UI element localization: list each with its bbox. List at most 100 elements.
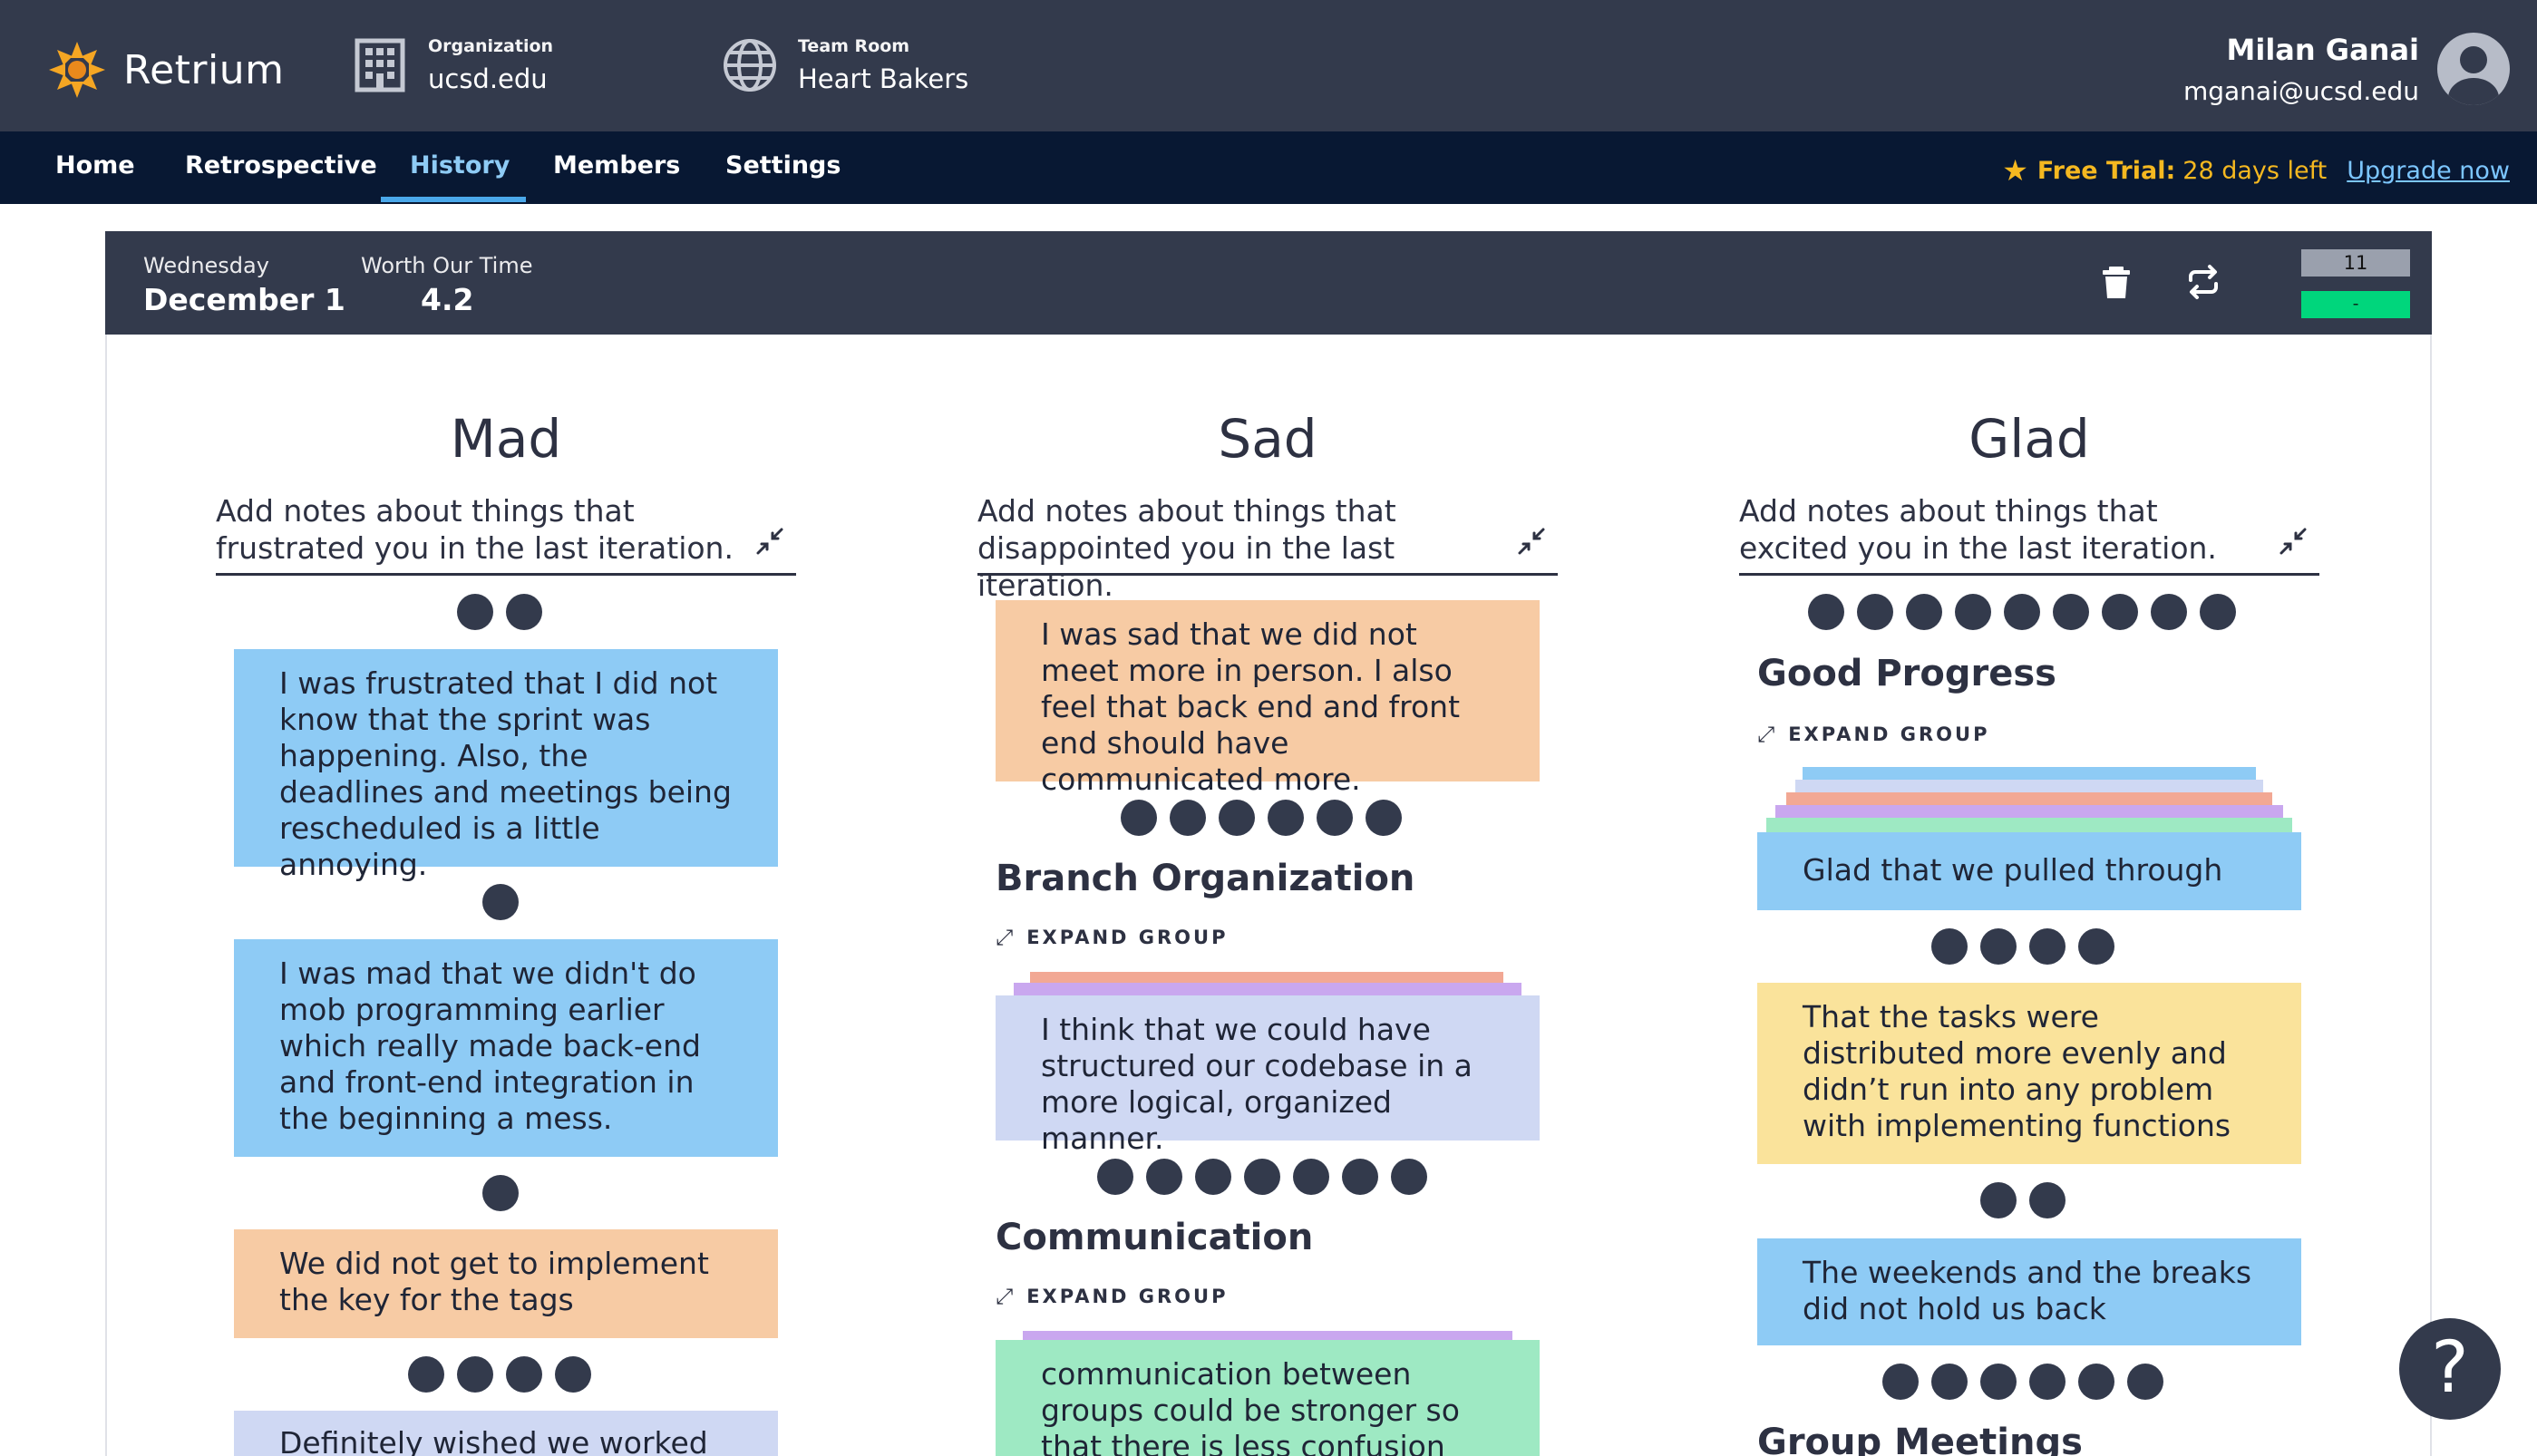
help-button[interactable]: ?	[2399, 1318, 2501, 1420]
organization-selector[interactable]: Organization ucsd.edu	[352, 36, 553, 94]
sad-note-card[interactable]: I was sad that we did not meet more in p…	[996, 600, 1540, 797]
user-icon	[2448, 46, 2499, 105]
vote-dot	[1391, 1159, 1427, 1195]
collapse-icon[interactable]	[1516, 526, 1547, 557]
star-icon: ★	[2002, 153, 2028, 188]
team-room-label: Team Room	[798, 36, 910, 56]
vote-dots	[482, 884, 519, 920]
retro-header: Wednesday December 1 Worth Our Time 4.2 …	[105, 231, 2432, 335]
glad-note-card[interactable]: Glad that we pulled through	[1757, 832, 2301, 910]
vote-dot	[1293, 1159, 1329, 1195]
avatar[interactable]	[2437, 33, 2510, 105]
column-title-sad: Sad	[1218, 408, 1317, 470]
expand-group-button[interactable]: ⤢ EXPAND GROUP	[996, 925, 1228, 950]
vote-dot	[1219, 800, 1255, 836]
mad-note-card[interactable]: I was frustrated that I did not know tha…	[234, 649, 778, 882]
nav-home[interactable]: Home	[55, 151, 135, 204]
mad-note-card[interactable]: We did not get to implement the key for …	[234, 1229, 778, 1338]
retrium-logo-icon	[49, 42, 105, 98]
vote-dots	[1808, 594, 2236, 630]
column-desc-sad: Add notes about things that disappointed…	[977, 493, 1396, 603]
vote-dot	[1906, 594, 1942, 630]
vote-dot	[1195, 1159, 1231, 1195]
nav-retrospective[interactable]: Retrospective	[185, 151, 377, 204]
vote-dot	[1931, 1364, 1968, 1400]
nav-settings[interactable]: Settings	[725, 151, 841, 204]
column-title-glad: Glad	[1968, 408, 2090, 470]
vote-dot	[457, 594, 493, 630]
expand-group-button[interactable]: ⤢ EXPAND GROUP	[996, 1284, 1228, 1309]
user-email: mganai@ucsd.edu	[2182, 76, 2419, 106]
vote-dot	[2151, 594, 2187, 630]
worth-our-time-label: Worth Our Time	[361, 253, 533, 278]
group-title-communication: Communication	[996, 1217, 1314, 1258]
nav-active-indicator	[381, 197, 526, 202]
glad-note-card[interactable]: The weekends and the breaks did not hold…	[1757, 1238, 2301, 1345]
user-info[interactable]: Milan Ganai mganai@ucsd.edu	[2183, 33, 2419, 106]
status-badge: -	[2301, 291, 2410, 318]
vote-dot	[1097, 1159, 1133, 1195]
mad-note-card[interactable]: I was mad that we didn't do mob programm…	[234, 939, 778, 1157]
worth-our-time-value: 4.2	[421, 282, 474, 317]
retro-day: Wednesday	[143, 253, 269, 278]
collapse-icon[interactable]	[2278, 526, 2309, 557]
vote-dot	[1170, 800, 1206, 836]
mad-note-card[interactable]: Definitely wished we worked on	[234, 1411, 778, 1456]
vote-dot	[2029, 928, 2066, 965]
vote-dot	[2127, 1364, 2163, 1400]
vote-dot	[506, 1356, 542, 1393]
vote-dot	[1808, 594, 1844, 630]
vote-dots	[1097, 1159, 1427, 1195]
vote-dot	[1882, 1364, 1919, 1400]
group-title-group-meetings: Group Meetings	[1757, 1422, 2083, 1456]
trash-icon[interactable]	[2096, 262, 2136, 302]
sad-note-card[interactable]: communication between groups could be st…	[996, 1340, 1540, 1456]
vote-dot	[2078, 1364, 2114, 1400]
vote-dot	[1980, 928, 2017, 965]
vote-dot	[1931, 928, 1968, 965]
vote-dot	[1121, 800, 1157, 836]
expand-arrow-icon: ⤢	[996, 925, 1016, 950]
expand-arrow-icon: ⤢	[1757, 722, 1778, 747]
vote-dot	[1342, 1159, 1378, 1195]
glad-note-card[interactable]: That the tasks were distributed more eve…	[1757, 983, 2301, 1164]
nav-members[interactable]: Members	[553, 151, 680, 204]
expand-group-label: EXPAND GROUP	[1026, 927, 1229, 948]
column-divider	[1739, 573, 2319, 576]
vote-dot	[2078, 928, 2114, 965]
vote-dot	[506, 594, 542, 630]
participant-count-badge: 11	[2301, 249, 2410, 277]
retro-date: December 1	[143, 282, 345, 317]
globe-icon	[724, 39, 776, 92]
group-title-good-progress: Good Progress	[1757, 653, 2056, 694]
vote-dot	[2102, 594, 2138, 630]
vote-dot	[2200, 594, 2236, 630]
column-divider	[977, 573, 1558, 576]
upgrade-now-link[interactable]: Upgrade now	[2347, 157, 2510, 185]
vote-dots	[482, 1175, 519, 1211]
expand-group-label: EXPAND GROUP	[1026, 1286, 1229, 1307]
repeat-icon[interactable]	[2183, 262, 2223, 302]
vote-dot	[1955, 594, 1991, 630]
column-desc-mad: Add notes about things that frustrated y…	[216, 493, 734, 566]
vote-dot	[408, 1356, 444, 1393]
retrium-logo[interactable]: Retrium	[47, 40, 284, 100]
sad-note-card[interactable]: I think that we could have structured ou…	[996, 995, 1540, 1156]
collapse-icon[interactable]	[754, 526, 785, 557]
user-name: Milan Ganai	[2226, 33, 2420, 67]
vote-dots	[457, 594, 542, 630]
column-title-mad: Mad	[450, 408, 562, 470]
vote-dot	[1980, 1364, 2017, 1400]
vote-dots	[408, 1356, 591, 1393]
vote-dots	[1121, 800, 1402, 836]
building-icon	[355, 38, 405, 92]
team-room-selector[interactable]: Team Room Heart Bakers	[722, 36, 968, 94]
expand-arrow-icon: ⤢	[996, 1284, 1016, 1309]
vote-dots	[1882, 1364, 2163, 1400]
top-bar: Retrium Organization ucsd.edu Team Room …	[0, 0, 2537, 131]
expand-group-button[interactable]: ⤢ EXPAND GROUP	[1757, 722, 1989, 747]
free-trial-banner: ★ Free Trial: 28 days left Upgrade now	[2002, 153, 2510, 188]
vote-dot	[482, 884, 519, 920]
vote-dot	[2029, 1182, 2066, 1218]
vote-dot	[482, 1175, 519, 1211]
